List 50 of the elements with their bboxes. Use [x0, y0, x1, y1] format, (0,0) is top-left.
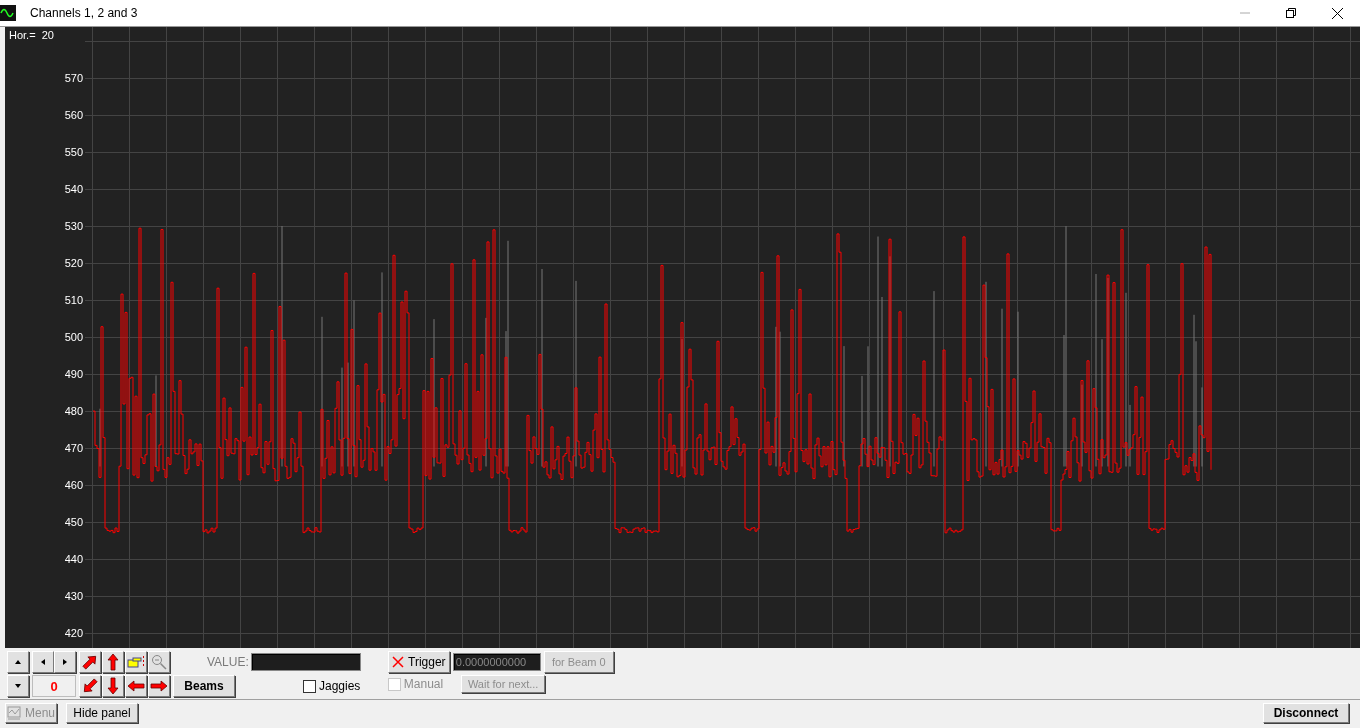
beams-button[interactable]: Beams — [173, 675, 235, 697]
diagonal-arrow-button[interactable] — [79, 651, 101, 673]
y-axis-label: 550 — [64, 146, 83, 158]
hide-panel-button[interactable]: Hide panel — [66, 703, 138, 723]
x-icon — [392, 656, 404, 668]
trigger-value-field[interactable]: 0.0000000000 — [452, 653, 541, 671]
jaggies-checkbox[interactable]: Jaggies — [303, 679, 361, 693]
down-arrow-button[interactable] — [102, 675, 124, 697]
scroll-down-button[interactable] — [7, 675, 29, 697]
right-arrow-button[interactable] — [148, 675, 170, 697]
y-axis-label: 500 — [64, 331, 83, 343]
app-icon — [0, 5, 16, 21]
left-arrow-icon — [127, 677, 145, 695]
y-axis-label: 480 — [64, 405, 83, 417]
y-axis-label: 420 — [64, 627, 83, 639]
y-axis-label: 530 — [64, 220, 83, 232]
zoom-button[interactable] — [148, 651, 170, 673]
restore-icon — [1286, 8, 1296, 18]
y-axis-label: 520 — [64, 257, 83, 269]
scroll-left-button[interactable] — [32, 651, 54, 673]
y-axis-label: 430 — [64, 590, 83, 602]
y-axis-label: 510 — [64, 294, 83, 306]
oscilloscope-icon — [7, 706, 21, 720]
scroll-up-button[interactable] — [7, 651, 29, 673]
y-axis-label: 540 — [64, 183, 83, 195]
up-arrow-icon — [104, 653, 122, 671]
left-arrow-button[interactable] — [125, 675, 147, 697]
value-label: VALUE: — [207, 655, 249, 669]
down-arrow-icon — [104, 677, 122, 695]
up-arrow-button[interactable] — [102, 651, 124, 673]
y-axis-label: 490 — [64, 368, 83, 380]
horizontal-scale-label: Hor.= 20 — [9, 29, 54, 41]
value-field[interactable] — [250, 653, 361, 671]
diagonal-arrow-icon — [81, 653, 99, 671]
diagonal-arrow-icon — [81, 677, 99, 695]
trigger-button[interactable]: Trigger — [387, 651, 450, 673]
y-axis-label: 470 — [64, 442, 83, 454]
y-axis-label: 440 — [64, 553, 83, 565]
y-axis-label: 460 — [64, 479, 83, 491]
y-axis-label: 560 — [64, 109, 83, 121]
magnifier-icon — [151, 654, 167, 670]
disconnect-button[interactable]: Disconnect — [1263, 703, 1349, 723]
y-axis-label: 570 — [64, 72, 83, 84]
offset-field[interactable]: 0 — [32, 675, 76, 697]
close-icon — [1331, 7, 1343, 19]
window-title: Channels 1, 2 and 3 — [30, 6, 138, 20]
right-arrow-icon — [150, 677, 168, 695]
y-axis-label: 450 — [64, 516, 83, 528]
diagonal-arrow-button[interactable] — [79, 675, 101, 697]
scroll-right-button[interactable] — [54, 651, 76, 673]
